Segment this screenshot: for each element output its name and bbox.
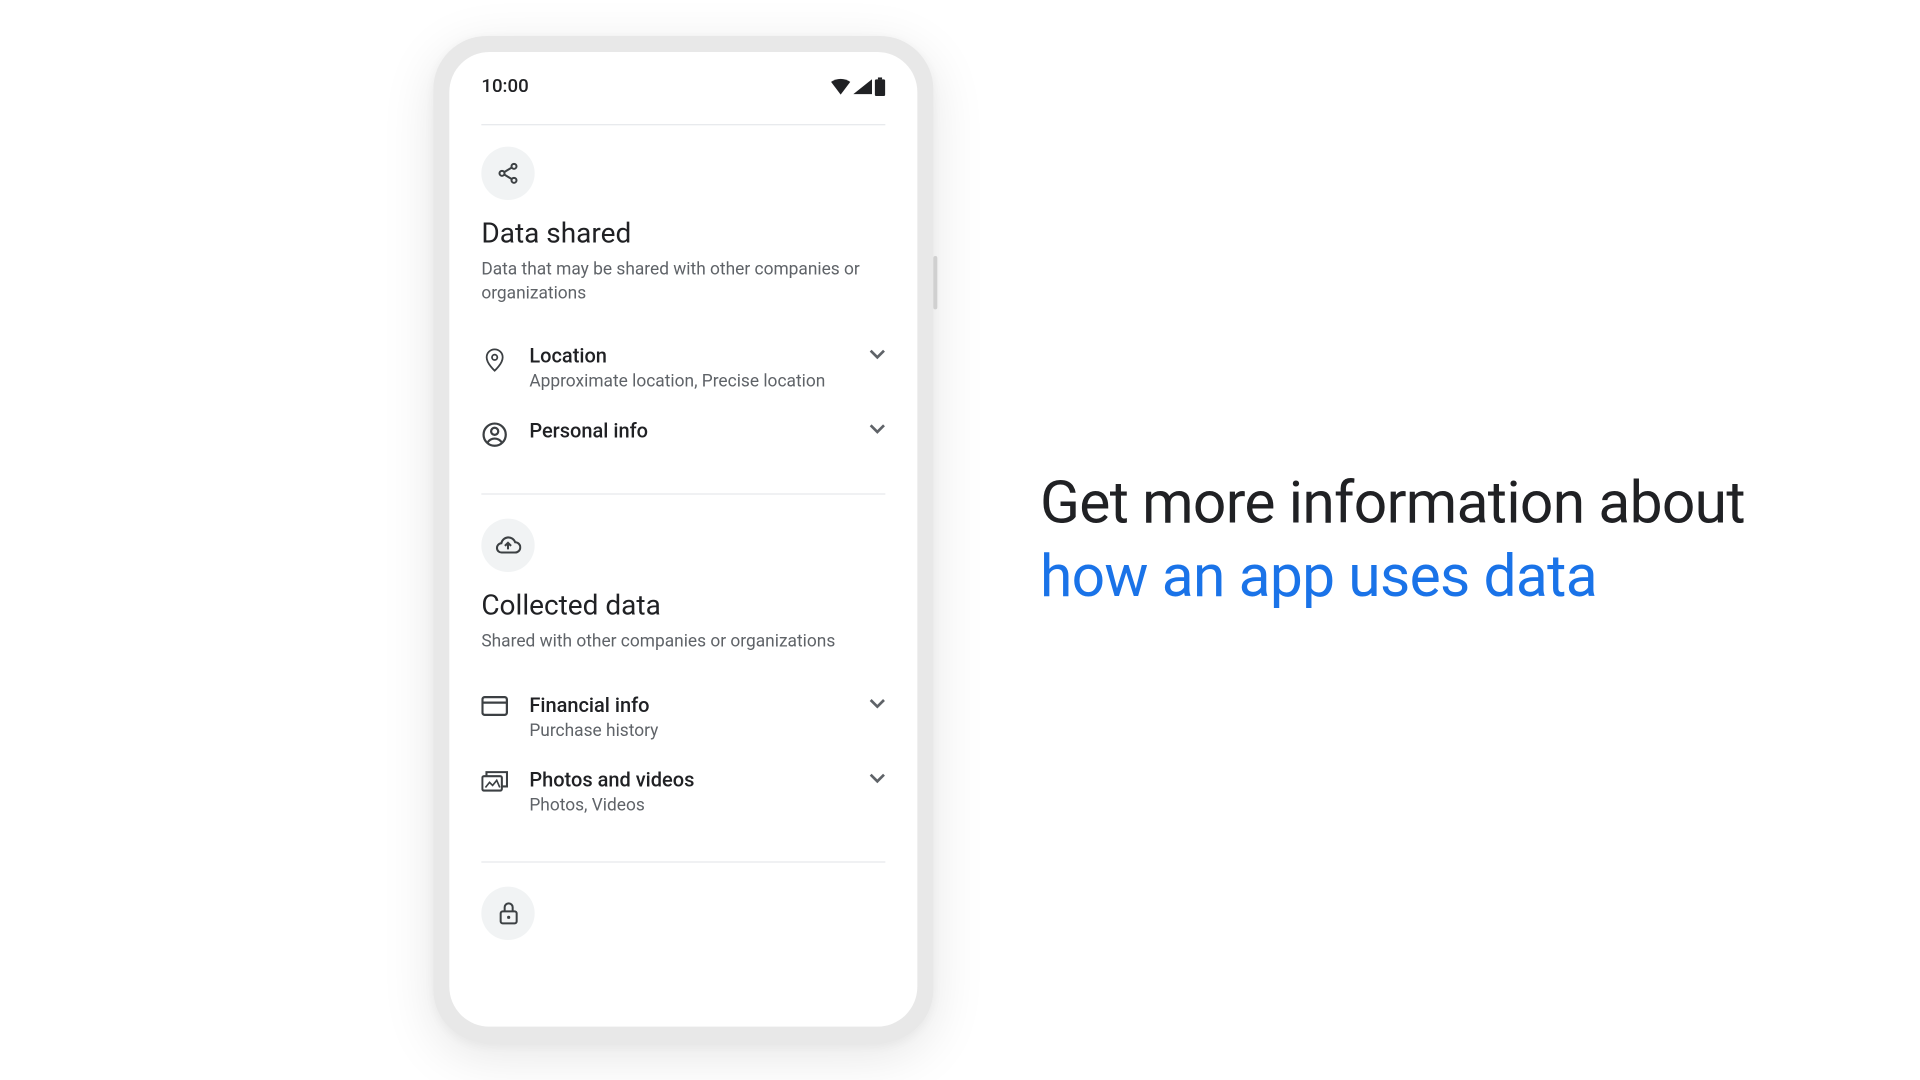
phone-frame: 10:00 (433, 36, 933, 1043)
phone-side-button (933, 256, 937, 309)
item-financial-info[interactable]: Financial info Purchase history (481, 679, 885, 754)
headline-line2: how an app uses data (1040, 541, 1597, 610)
item-location[interactable]: Location Approximate location, Precise l… (481, 331, 885, 406)
divider (481, 494, 885, 495)
section-data-shared: Data shared Data that may be shared with… (481, 147, 885, 486)
section-subtitle: Data that may be shared with other compa… (481, 259, 885, 308)
location-icon (481, 344, 508, 373)
person-icon (481, 419, 508, 448)
media-icon (481, 767, 508, 791)
item-personal-info[interactable]: Personal info (481, 406, 885, 462)
credit-card-icon (481, 693, 508, 716)
item-photos-videos[interactable]: Photos and videos Photos, Videos (481, 754, 885, 829)
battery-icon (875, 77, 886, 96)
status-time: 10:00 (481, 76, 528, 97)
share-icon (481, 147, 534, 200)
item-title: Personal info (529, 419, 848, 443)
lock-icon (481, 886, 534, 939)
divider (481, 124, 885, 125)
chevron-down-icon (869, 419, 885, 435)
status-icons (831, 77, 886, 96)
section-subtitle: Shared with other companies or organizat… (481, 631, 885, 655)
item-sub: Purchase history (529, 721, 848, 741)
item-sub: Photos, Videos (529, 795, 848, 815)
chevron-down-icon (869, 693, 885, 709)
item-title: Photos and videos (529, 767, 848, 791)
wifi-icon (831, 79, 851, 95)
item-title: Financial info (529, 693, 848, 717)
cloud-upload-icon (481, 519, 534, 572)
phone-screen: 10:00 (449, 52, 917, 1027)
status-bar: 10:00 (481, 52, 885, 113)
item-title: Location (529, 344, 848, 368)
headline-line1: Get more information about (1040, 468, 1745, 537)
chevron-down-icon (869, 767, 885, 783)
divider (481, 861, 885, 862)
section-collected-data: Collected data Shared with other compani… (481, 519, 885, 853)
item-sub: Approximate location, Precise location (529, 372, 848, 392)
headline: Get more information about how an app us… (1040, 467, 1745, 614)
section-title: Data shared (481, 219, 885, 251)
section-title: Collected data (481, 591, 885, 623)
cellular-icon (853, 79, 872, 95)
chevron-down-icon (869, 344, 885, 360)
